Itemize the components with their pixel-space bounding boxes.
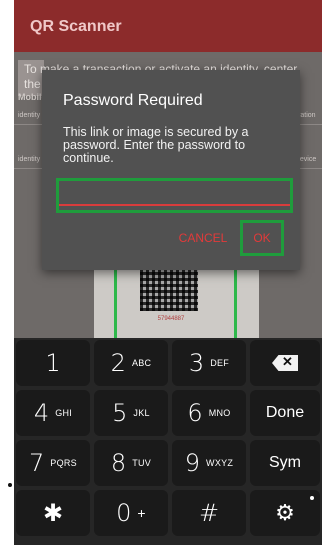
scan-frame-right bbox=[234, 262, 237, 340]
key-hash[interactable]: # bbox=[172, 490, 246, 536]
key-label: 8 bbox=[110, 449, 127, 477]
key-label: 3 bbox=[188, 349, 205, 377]
qr-code-image bbox=[140, 267, 198, 311]
settings-key[interactable]: ⚙ bbox=[250, 490, 320, 536]
key-label: ✱ bbox=[42, 499, 64, 527]
key-letters: + bbox=[137, 505, 146, 521]
ok-button[interactable]: OK bbox=[240, 220, 284, 256]
qr-code-number: 57944887 bbox=[157, 316, 185, 322]
key-6[interactable]: 6 MNO bbox=[172, 390, 246, 436]
scan-frame-left bbox=[114, 262, 117, 340]
numeric-keyboard: 1 2 ABC 3 DEF ✕ 4 GHI 5 JKL 6 MNO Done 7… bbox=[14, 338, 322, 545]
key-letters: JKL bbox=[133, 408, 150, 418]
key-letters: PQRS bbox=[50, 458, 77, 468]
indicator-dot bbox=[310, 496, 314, 500]
key-asterisk[interactable]: ✱ bbox=[16, 490, 90, 536]
side-dot bbox=[8, 483, 12, 487]
key-7[interactable]: 7 PQRS bbox=[16, 440, 90, 486]
key-4[interactable]: 4 GHI bbox=[16, 390, 90, 436]
password-dialog: Password Required This link or image is … bbox=[42, 70, 300, 270]
key-letters: DEF bbox=[210, 358, 230, 368]
key-8[interactable]: 8 TUV bbox=[94, 440, 168, 486]
backspace-key[interactable]: ✕ bbox=[250, 340, 320, 386]
dialog-title: Password Required bbox=[63, 92, 203, 109]
tab-identity: identity bbox=[18, 112, 41, 119]
key-letters: ABC bbox=[131, 358, 152, 368]
done-label: Done bbox=[265, 404, 305, 421]
key-label: 2 bbox=[110, 349, 126, 377]
app-bar: QR Scanner bbox=[14, 0, 322, 52]
key-letters: GHI bbox=[55, 408, 73, 418]
key-letters: WXYZ bbox=[206, 458, 234, 468]
key-label: 9 bbox=[184, 449, 201, 477]
key-3[interactable]: 3 DEF bbox=[172, 340, 246, 386]
backspace-icon: ✕ bbox=[272, 355, 298, 371]
key-label: # bbox=[198, 499, 220, 527]
key-2[interactable]: 2 ABC bbox=[94, 340, 168, 386]
gear-icon: ⚙ bbox=[275, 500, 295, 525]
cancel-button[interactable]: CANCEL bbox=[172, 228, 234, 248]
sym-label: Sym bbox=[269, 454, 301, 471]
phone-screen: QR Scanner To make a transaction or acti… bbox=[14, 0, 322, 545]
key-label: 6 bbox=[187, 399, 203, 427]
key-label: 5 bbox=[112, 399, 128, 427]
key-1[interactable]: 1 bbox=[16, 340, 90, 386]
sym-key[interactable]: Sym bbox=[250, 440, 320, 486]
key-9[interactable]: 9 WXYZ bbox=[172, 440, 246, 486]
key-label: 1 bbox=[45, 349, 61, 377]
key-5[interactable]: 5 JKL bbox=[94, 390, 168, 436]
dialog-message: This link or image is secured by a passw… bbox=[63, 125, 249, 165]
key-0[interactable]: 0 + bbox=[94, 490, 168, 536]
key-label: 4 bbox=[33, 399, 50, 427]
key-letters: MNO bbox=[208, 408, 231, 418]
password-input-highlight bbox=[56, 178, 293, 213]
done-key[interactable]: Done bbox=[250, 390, 320, 436]
key-letters: TUV bbox=[132, 458, 152, 468]
app-title: QR Scanner bbox=[30, 18, 122, 35]
key-label: 7 bbox=[29, 449, 45, 477]
key-label: 0 bbox=[116, 499, 132, 527]
